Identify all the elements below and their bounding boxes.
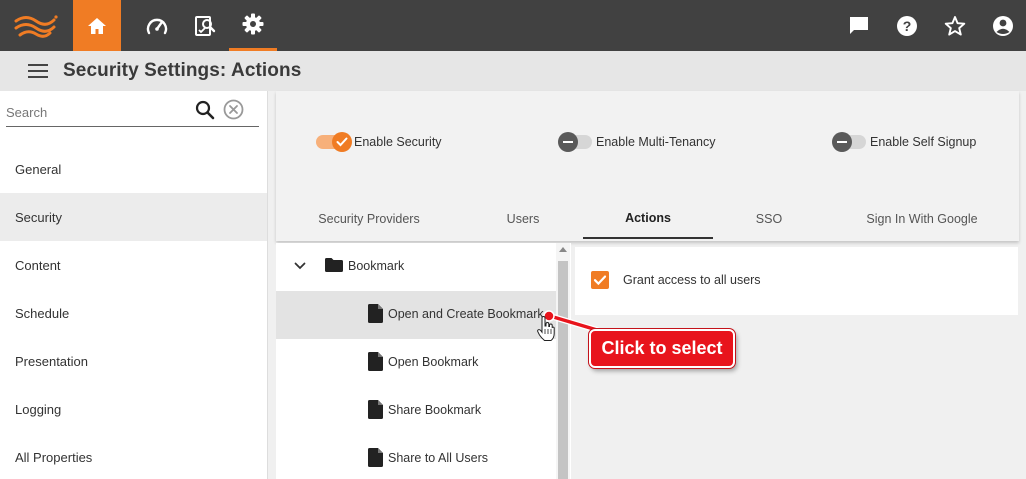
page-title: Security Settings: Actions [63,60,302,81]
top-app-bar: ? [0,0,1026,51]
nav-settings-button[interactable] [229,0,277,51]
scrollbar-thumb[interactable] [558,261,568,479]
help-icon: ? [897,15,917,36]
tree-item-label: Open Bookmark [388,355,479,369]
chat-icon [850,17,868,34]
report-search-icon [195,15,216,36]
tab-sign-in-with-google[interactable]: Sign In With Google [850,199,994,239]
tree-item-open-and-create-bookmark[interactable]: Open and Create Bookmark [276,291,556,339]
enable-self-signup-toggle[interactable]: Enable Self Signup [832,131,976,153]
chevron-down-icon[interactable] [294,261,306,271]
minus-icon [837,141,847,143]
file-icon [368,400,383,419]
sidebar-item-security[interactable]: Security [0,193,267,241]
account-button[interactable] [985,0,1021,51]
tree-scrollbar[interactable] [556,243,570,479]
sidebar-item-logging[interactable]: Logging [0,385,267,433]
toggle-track[interactable] [832,132,866,152]
security-settings-panel: Enable Security Enable Multi-Tenancy Ena… [276,91,1019,241]
sidebar-item-all-properties[interactable]: All Properties [0,433,267,479]
toggle-track[interactable] [558,132,592,152]
toggle-label: Enable Self Signup [870,135,977,149]
help-button[interactable]: ? [889,0,925,51]
enable-multi-tenancy-toggle[interactable]: Enable Multi-Tenancy [558,131,716,153]
file-icon [368,352,383,371]
hamburger-menu-icon[interactable] [28,64,48,78]
action-tree: Bookmark Open and Create Bookmark Open B… [276,243,571,479]
nav-dashboard-button[interactable] [133,0,181,51]
tab-security-providers[interactable]: Security Providers [300,199,438,239]
gear-icon [242,13,264,35]
star-icon [944,15,966,36]
home-icon [88,17,106,34]
search-input[interactable] [6,101,186,123]
tree-item-share-to-all-users[interactable]: Share to All Users [276,435,556,479]
minus-icon [563,141,573,143]
hand-pointer-icon [537,316,555,341]
speedometer-icon [146,18,168,34]
nav-reports-button[interactable] [181,0,229,51]
permissions-panel: Grant access to all users [575,247,1018,315]
tab-actions[interactable]: Actions [583,199,713,239]
toggle-knob[interactable] [558,132,578,152]
account-icon [993,15,1013,36]
click-to-select-callout: Click to select [589,329,735,368]
tab-sso[interactable]: SSO [732,199,806,239]
sidebar-item-content[interactable]: Content [0,241,267,289]
toggle-knob[interactable] [832,132,852,152]
app-logo[interactable] [12,12,58,40]
messages-button[interactable] [841,0,877,51]
enable-security-toggle[interactable]: Enable Security [316,131,442,153]
grant-access-label: Grant access to all users [623,273,761,287]
favorites-button[interactable] [937,0,973,51]
toggle-track[interactable] [316,132,352,152]
nav-home-button[interactable] [73,0,121,51]
toggle-label: Enable Multi-Tenancy [596,135,716,149]
toggle-label: Enable Security [354,135,442,149]
file-icon [368,448,383,467]
check-icon [593,275,607,286]
tree-folder-row[interactable]: Bookmark [276,243,556,291]
sidebar-item-schedule[interactable]: Schedule [0,289,267,337]
sidebar-item-general[interactable]: General [0,145,267,193]
tree-folder-label: Bookmark [348,259,405,273]
tree-item-share-bookmark[interactable]: Share Bookmark [276,387,556,435]
sidebar-item-presentation[interactable]: Presentation [0,337,267,385]
folder-icon [325,258,343,272]
check-icon [336,137,348,147]
toggle-knob[interactable] [332,132,352,152]
tree-item-label: Open and Create Bookmark [388,307,544,321]
scroll-up-arrow[interactable] [559,247,567,252]
svg-text:?: ? [903,18,912,34]
title-bar: Security Settings: Actions [0,51,1026,91]
tree-item-label: Share Bookmark [388,403,482,417]
clear-search-icon[interactable] [223,99,244,120]
tree-item-open-bookmark[interactable]: Open Bookmark [276,339,556,387]
grant-access-checkbox[interactable] [591,271,609,289]
tree-item-label: Share to All Users [388,451,489,465]
tab-users[interactable]: Users [476,199,570,239]
file-icon [368,304,383,323]
search-icon[interactable] [195,100,215,120]
settings-sidebar: General Security Content Schedule Presen… [0,91,268,479]
sidebar-search [6,99,259,127]
